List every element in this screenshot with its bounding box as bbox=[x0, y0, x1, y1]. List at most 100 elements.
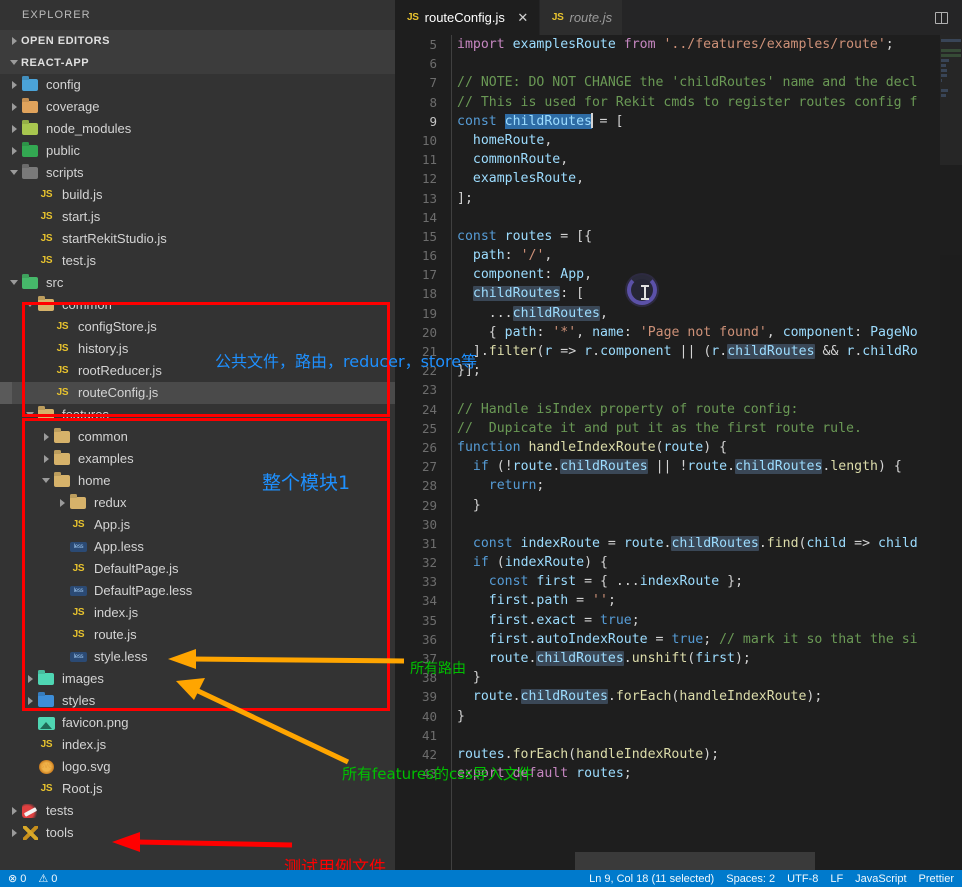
chevron-right-icon[interactable] bbox=[8, 96, 21, 118]
tree-item-logo-svg[interactable]: SVG logo.svg bbox=[0, 756, 395, 778]
tree-item-features[interactable]: features bbox=[0, 404, 395, 426]
chevron-down-icon[interactable] bbox=[24, 294, 37, 316]
editor-minimap[interactable] bbox=[940, 35, 962, 870]
chevron-right-icon[interactable] bbox=[8, 140, 21, 162]
status-bar-right: Ln 9, Col 18 (11 selected) Spaces: 2 UTF-8… bbox=[589, 873, 954, 885]
minimap-line bbox=[941, 79, 942, 82]
tree-item-label: tests bbox=[46, 803, 74, 818]
chevron-down-icon[interactable] bbox=[8, 272, 21, 294]
status-right-item-4[interactable]: JavaScript bbox=[855, 873, 906, 885]
status-right-item-5[interactable]: Prettier bbox=[919, 873, 954, 885]
tree-item-index-js[interactable]: JS index.js bbox=[0, 602, 395, 624]
tree-item-label: index.js bbox=[94, 605, 139, 620]
js-badge: JS bbox=[40, 233, 53, 244]
tree-item-public[interactable]: public bbox=[0, 140, 395, 162]
chevron-right-icon[interactable] bbox=[56, 492, 69, 514]
folder-shape bbox=[22, 123, 38, 135]
code-text: // This is used for Rekit cmds to regist… bbox=[457, 94, 918, 110]
chevron-right-icon[interactable] bbox=[8, 74, 21, 96]
tree-item-config[interactable]: config bbox=[0, 74, 395, 96]
chevron-right-icon[interactable] bbox=[40, 448, 53, 470]
tree-item-rootreducer-js[interactable]: JS rootReducer.js bbox=[0, 360, 395, 382]
tree-item-coverage[interactable]: coverage bbox=[0, 96, 395, 118]
tree-item-label: scripts bbox=[46, 165, 84, 180]
code-line: 19 ...childRoutes, bbox=[395, 304, 962, 323]
tree-item-common[interactable]: common bbox=[0, 294, 395, 316]
tree-item-root-js[interactable]: JS Root.js bbox=[0, 778, 395, 800]
tree-item-examples[interactable]: examples bbox=[0, 448, 395, 470]
tree-item-configstore-js[interactable]: JS configStore.js bbox=[0, 316, 395, 338]
status-right-item-3[interactable]: LF bbox=[830, 873, 843, 885]
tree-item-label: route.js bbox=[94, 627, 137, 642]
code-line: 15 const routes = [{ bbox=[395, 227, 962, 246]
code-line: 9 const childRoutes = [ bbox=[395, 112, 962, 131]
twisty-placeholder bbox=[56, 602, 69, 624]
tree-item-app-js[interactable]: JS App.js bbox=[0, 514, 395, 536]
js-file-icon: JS bbox=[37, 734, 57, 756]
tree-item-label: tools bbox=[46, 825, 74, 840]
tree-item-style-less[interactable]: less style.less bbox=[0, 646, 395, 668]
chevron-down-icon[interactable] bbox=[24, 404, 37, 426]
tree-item-scripts[interactable]: scripts bbox=[0, 162, 395, 184]
close-icon[interactable]: ✕ bbox=[517, 10, 529, 26]
tree-item-node-modules[interactable]: node_modules bbox=[0, 118, 395, 140]
code-line: 6 bbox=[395, 54, 962, 73]
status-left-item-0[interactable]: ⊗ 0 bbox=[8, 872, 26, 885]
split-editor-icon[interactable] bbox=[935, 11, 948, 24]
line-number: 39 bbox=[421, 689, 437, 705]
status-left-item-1[interactable]: ⚠ 0 bbox=[38, 872, 57, 885]
tree-item-tools[interactable]: tools bbox=[0, 822, 395, 844]
tree-item-home[interactable]: home bbox=[0, 470, 395, 492]
code-text: const first = { ...indexRoute }; bbox=[488, 574, 744, 590]
tree-item-defaultpage-js[interactable]: JS DefaultPage.js bbox=[0, 558, 395, 580]
status-right-item-0[interactable]: Ln 9, Col 18 (11 selected) bbox=[589, 873, 714, 885]
chevron-down-icon[interactable] bbox=[8, 162, 21, 184]
tree-item-styles[interactable]: styles bbox=[0, 690, 395, 712]
tree-item-route-js[interactable]: JS route.js bbox=[0, 624, 395, 646]
chevron-right-icon[interactable] bbox=[40, 426, 53, 448]
status-right-item-1[interactable]: Spaces: 2 bbox=[726, 873, 775, 885]
tree-item-history-js[interactable]: JS history.js bbox=[0, 338, 395, 360]
folder-shape bbox=[38, 673, 54, 685]
tree-item-test-js[interactable]: JS test.js bbox=[0, 250, 395, 272]
section-open-editors[interactable]: OPEN EDITORS bbox=[0, 30, 395, 52]
js-file-icon: JS bbox=[53, 382, 73, 404]
tree-item-tests[interactable]: tests bbox=[0, 800, 395, 822]
code-text: component: App, bbox=[472, 267, 593, 283]
tree-item-src[interactable]: src bbox=[0, 272, 395, 294]
line-number: 13 bbox=[421, 190, 437, 206]
status-right-item-2[interactable]: UTF-8 bbox=[787, 873, 818, 885]
tree-item-redux[interactable]: redux bbox=[0, 492, 395, 514]
code-line: 10 homeRoute, bbox=[395, 131, 962, 150]
tree-item-images[interactable]: images bbox=[0, 668, 395, 690]
tab-route-js[interactable]: JS route.js bbox=[539, 0, 624, 35]
tree-item-defaultpage-less[interactable]: less DefaultPage.less bbox=[0, 580, 395, 602]
section-react-app[interactable]: REACT-APP bbox=[0, 52, 395, 74]
less-file-icon: less bbox=[69, 580, 89, 602]
code-line: 39 route.childRoutes.forEach(handleIndex… bbox=[395, 687, 962, 706]
less-badge: less bbox=[70, 542, 87, 552]
tree-item-startrekitstudio-js[interactable]: JS startRekitStudio.js bbox=[0, 228, 395, 250]
line-number: 40 bbox=[421, 708, 437, 724]
tree-item-routeconfig-js[interactable]: JS routeConfig.js bbox=[0, 382, 395, 404]
tree-item-build-js[interactable]: JS build.js bbox=[0, 184, 395, 206]
code-text: childRoutes: [ bbox=[472, 286, 585, 302]
js-badge: JS bbox=[56, 343, 69, 354]
chevron-right-icon[interactable] bbox=[24, 690, 37, 712]
chevron-right-icon[interactable] bbox=[8, 800, 21, 822]
tree-item-common[interactable]: common bbox=[0, 426, 395, 448]
code-text: // Dupicate it and put it as the first r… bbox=[457, 420, 862, 436]
code-editor[interactable]: 5 import examplesRoute from '../features/… bbox=[395, 35, 962, 870]
tree-item-app-less[interactable]: less App.less bbox=[0, 536, 395, 558]
tree-item-favicon-png[interactable]: favicon.png bbox=[0, 712, 395, 734]
tab-routeConfig-js[interactable]: JS routeConfig.js ✕ bbox=[395, 0, 540, 35]
chevron-down-icon[interactable] bbox=[40, 470, 53, 492]
code-line: 21 ].filter(r => r.component || (r.child… bbox=[395, 342, 962, 361]
tree-item-index-js[interactable]: JS index.js bbox=[0, 734, 395, 756]
tree-item-label: features bbox=[62, 407, 109, 422]
tree-item-start-js[interactable]: JS start.js bbox=[0, 206, 395, 228]
chevron-right-icon[interactable] bbox=[8, 822, 21, 844]
chevron-right-icon[interactable] bbox=[24, 668, 37, 690]
code-line: 16 path: '/', bbox=[395, 246, 962, 265]
chevron-right-icon[interactable] bbox=[8, 118, 21, 140]
